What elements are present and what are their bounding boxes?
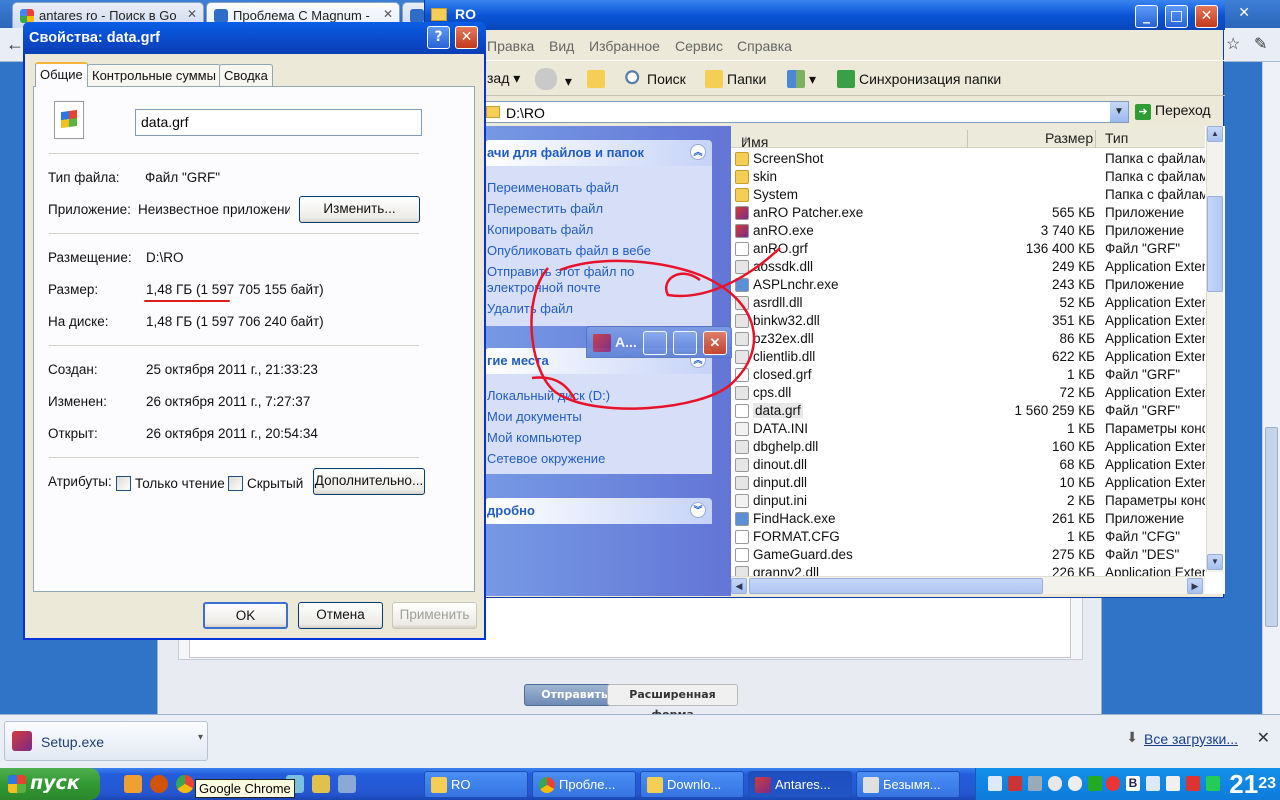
divider <box>49 233 419 235</box>
dialog-title: Свойства: data.grf <box>29 30 160 46</box>
keyboard-layout-icon[interactable]: B <box>1126 776 1140 791</box>
signal-icon[interactable] <box>988 776 1002 791</box>
folder-icon <box>431 777 447 793</box>
apply-button[interactable]: Применить <box>392 602 477 629</box>
application-label: Приложение: <box>48 202 131 217</box>
divider <box>49 457 419 459</box>
modified-value: 26 октября 2011 г., 7:27:37 <box>146 394 311 409</box>
file-icon <box>54 101 84 139</box>
clock-minutes: 23 <box>1258 775 1276 792</box>
divider <box>49 345 419 347</box>
show-desktop-icon[interactable] <box>338 775 356 793</box>
general-panel: data.grf Тип файла: Файл "GRF" Приложени… <box>33 86 475 592</box>
chrome-icon[interactable] <box>176 775 194 793</box>
tray-icon[interactable] <box>1008 776 1022 791</box>
application-value: Неизвестное приложение <box>138 202 290 217</box>
tray-icon[interactable] <box>1068 776 1082 791</box>
modified-label: Изменен: <box>48 394 107 409</box>
location-label: Размещение: <box>48 250 132 265</box>
tab-summary[interactable]: Сводка <box>219 64 273 86</box>
file-type-value: Файл "GRF" <box>145 170 221 185</box>
system-tray: B 2123 <box>975 768 1280 800</box>
attributes-label: Атрибуты: <box>48 474 112 489</box>
start-button[interactable]: пуск <box>0 768 100 800</box>
folder-icon <box>647 777 663 793</box>
size-value: 1,48 ГБ (1 597 705 155 байт) <box>146 282 324 297</box>
readonly-checkbox[interactable] <box>116 476 131 491</box>
mini-window[interactable]: A... ✕ <box>586 326 732 358</box>
on-disk-label: На диске: <box>48 314 109 329</box>
tray-icon[interactable] <box>1166 776 1180 791</box>
taskbar-item-paint[interactable]: Безымя... <box>856 771 960 798</box>
tray-icon[interactable] <box>1048 776 1062 791</box>
hidden-label[interactable]: Скрытый <box>247 476 303 491</box>
opened-value: 26 октября 2011 г., 20:54:34 <box>146 426 318 441</box>
minimize-icon[interactable] <box>643 331 667 355</box>
hidden-checkbox[interactable] <box>228 476 243 491</box>
properties-dialog: Свойства: data.grf ? ✕ Общие Контрольные… <box>23 22 486 640</box>
size-label: Размер: <box>48 282 99 297</box>
taskbar-label: Безымя... <box>883 777 941 792</box>
help-icon: ? <box>434 29 443 45</box>
red-underline <box>144 300 230 302</box>
taskbar-item-antares[interactable]: Antares... <box>748 771 852 798</box>
volume-icon[interactable] <box>1146 776 1160 791</box>
chrome-icon <box>539 777 555 793</box>
start-label: пуск <box>30 772 80 794</box>
quicklaunch-icon[interactable] <box>124 775 142 793</box>
advanced-button[interactable]: Дополнительно... <box>313 468 425 495</box>
taskbar-label: Antares... <box>775 777 831 792</box>
clock[interactable]: 2123 <box>1229 769 1276 799</box>
tab-checksums[interactable]: Контрольные суммы <box>87 64 221 86</box>
taskbar-item-ro[interactable]: RO <box>424 771 528 798</box>
taskbar-label: Downlo... <box>667 777 722 792</box>
taskbar-label: Пробле... <box>559 777 616 792</box>
quicklaunch-icon[interactable] <box>150 775 168 793</box>
opened-label: Открыт: <box>48 426 98 441</box>
app-icon <box>755 777 771 793</box>
close-icon: ✕ <box>460 29 473 45</box>
tray-icon[interactable] <box>1206 776 1220 791</box>
quicklaunch-icon[interactable] <box>312 775 330 793</box>
close-button[interactable]: ✕ <box>455 26 478 49</box>
tray-icon[interactable] <box>1088 776 1102 791</box>
file-type-label: Тип файла: <box>48 170 120 185</box>
cancel-button[interactable]: Отмена <box>298 602 383 629</box>
created-value: 25 октября 2011 г., 21:33:23 <box>146 362 318 377</box>
dialog-titlebar[interactable]: Свойства: data.grf ? ✕ <box>23 22 486 54</box>
tooltip: Google Chrome <box>195 779 295 798</box>
filename-field[interactable]: data.grf <box>135 109 422 136</box>
tab-general[interactable]: Общие <box>35 62 88 87</box>
network-icon[interactable] <box>1028 776 1042 791</box>
paint-icon <box>863 777 879 793</box>
taskbar-item-chrome[interactable]: Пробле... <box>532 771 636 798</box>
taskbar-label: RO <box>451 777 471 792</box>
antivirus-icon[interactable] <box>1106 776 1120 791</box>
location-value: D:\RO <box>146 250 184 265</box>
ok-button[interactable]: OK <box>203 602 288 629</box>
clock-hour: 21 <box>1229 769 1259 799</box>
close-icon[interactable]: ✕ <box>703 331 727 355</box>
taskbar-item-downloads[interactable]: Downlo... <box>640 771 744 798</box>
maximize-icon[interactable] <box>673 331 697 355</box>
created-label: Создан: <box>48 362 98 377</box>
taskbar: пуск RO Пробле... Downlo... Antares... Б… <box>0 768 1280 800</box>
windows-flag-icon <box>8 775 26 793</box>
safely-remove-icon[interactable] <box>1186 776 1200 791</box>
change-button[interactable]: Изменить... <box>299 196 420 223</box>
help-button[interactable]: ? <box>427 26 450 49</box>
on-disk-value: 1,48 ГБ (1 597 706 240 байт) <box>146 314 324 329</box>
app-icon <box>593 334 611 352</box>
mini-window-title: A... <box>615 334 637 350</box>
readonly-label[interactable]: Только чтение <box>135 476 225 491</box>
divider <box>49 153 419 155</box>
